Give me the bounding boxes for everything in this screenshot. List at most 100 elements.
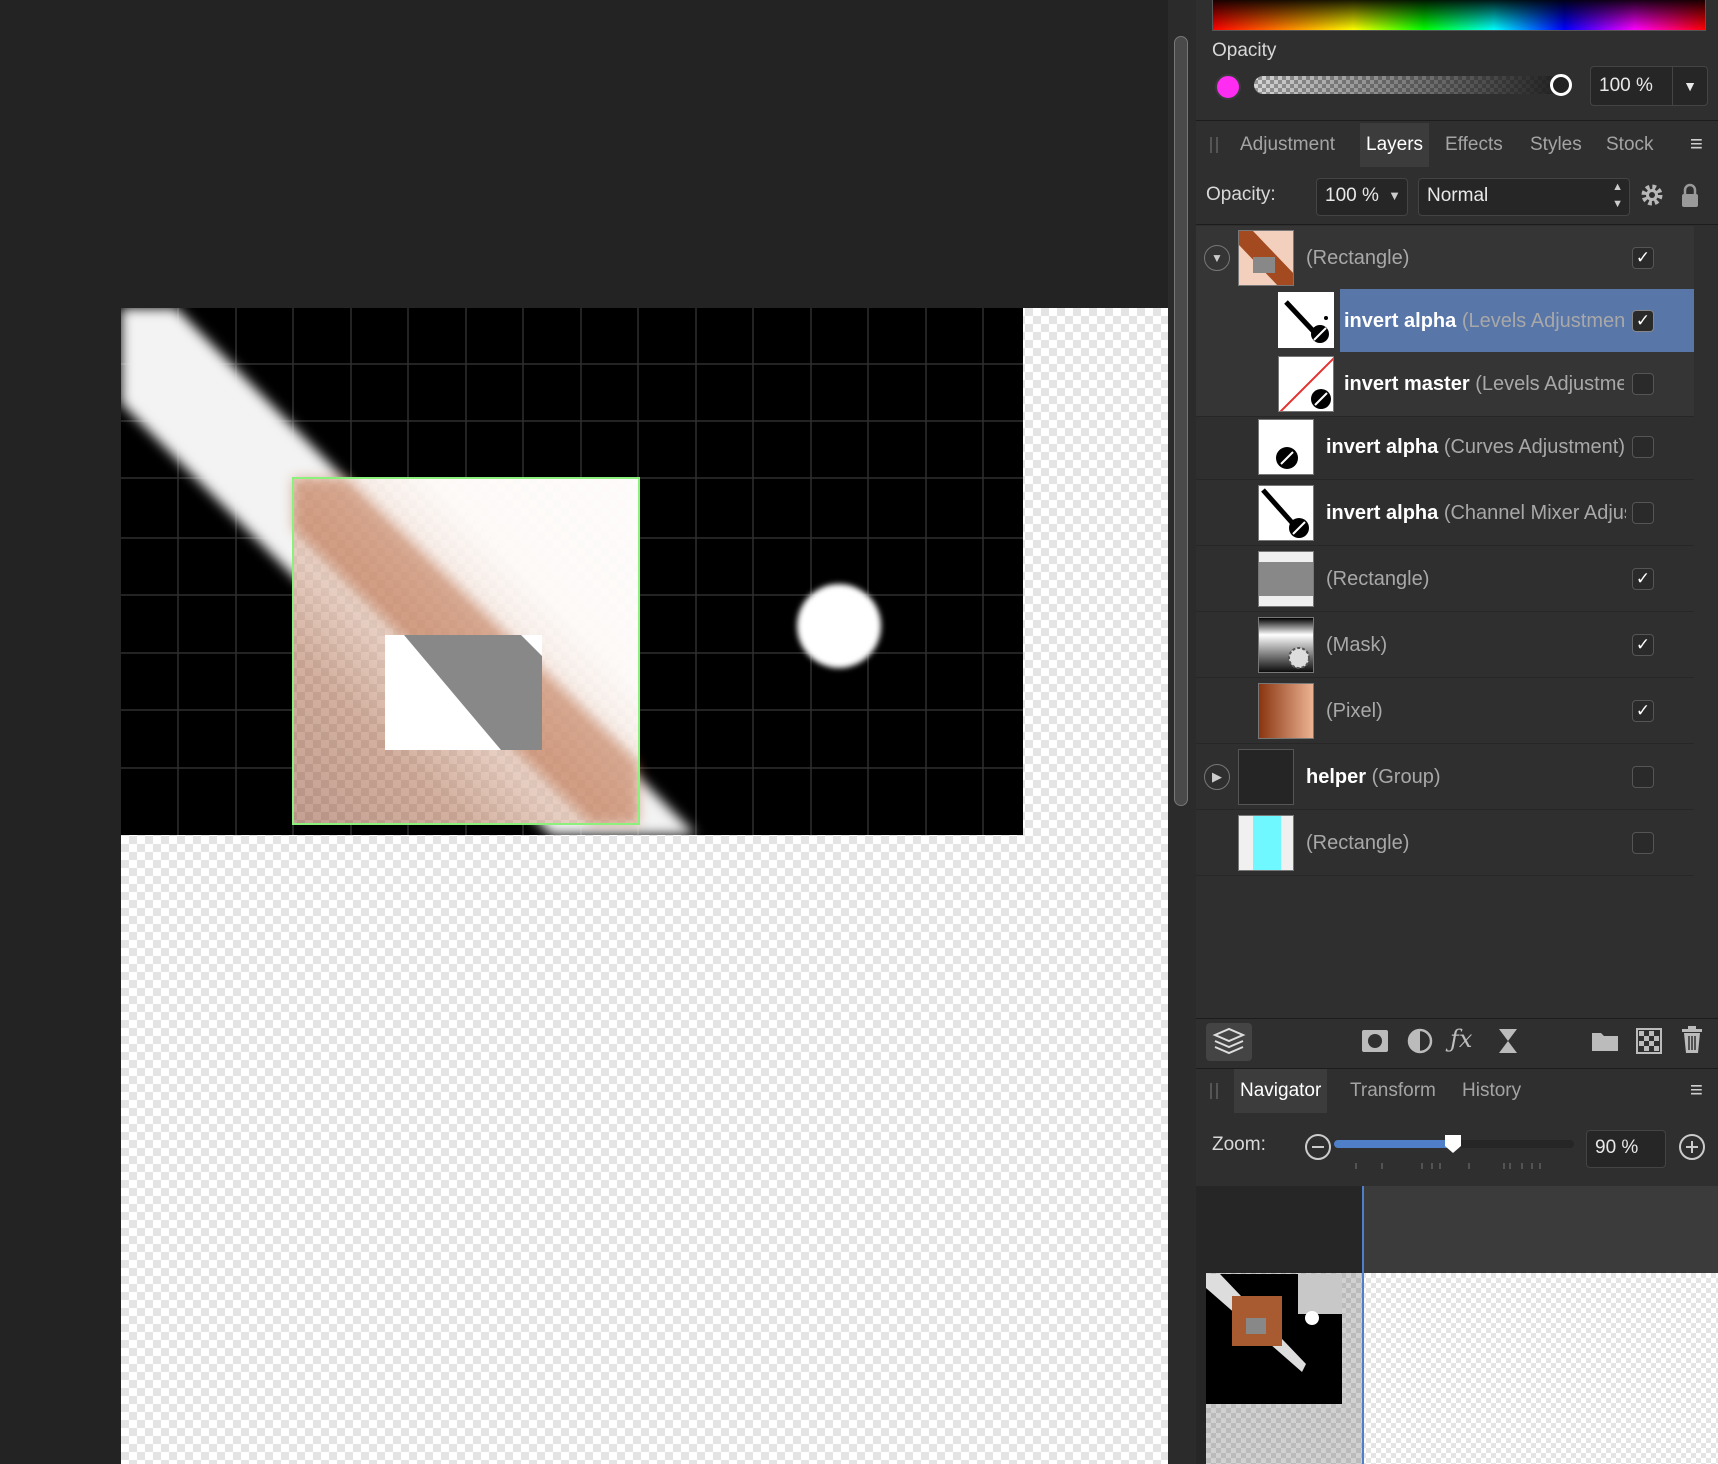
layer-visibility-checkbox[interactable]: ✓: [1632, 700, 1654, 722]
layer-thumbnail: [1238, 749, 1294, 805]
layer-thumbnail: [1258, 485, 1314, 541]
zoom-input[interactable]: 90 %: [1586, 1130, 1666, 1168]
tab-history[interactable]: History: [1462, 1069, 1521, 1113]
tab-layers[interactable]: Layers: [1360, 123, 1430, 167]
copper-rectangle: [292, 477, 640, 825]
divider: [1196, 120, 1718, 121]
layer-type: (Channel Mixer Adjustment): [1443, 502, 1626, 524]
opacity-dropdown-button[interactable]: ▼: [1672, 66, 1708, 106]
layer-opacity-input[interactable]: 100 % ▼: [1316, 178, 1408, 216]
opacity-slider[interactable]: [1254, 76, 1566, 94]
color-spectrum[interactable]: [1212, 0, 1706, 31]
collapse-toggle-icon[interactable]: ▼: [1204, 245, 1230, 271]
layer-row[interactable]: (Rectangle): [1196, 811, 1694, 876]
tab-transform[interactable]: Transform: [1350, 1069, 1436, 1113]
layer-visibility-checkbox[interactable]: ✓: [1632, 634, 1654, 656]
layer-row[interactable]: ▼ (Rectangle) ✓: [1196, 226, 1694, 291]
white-dot: [797, 584, 881, 668]
blend-mode-value: Normal: [1427, 185, 1489, 206]
layer-label: (Rectangle): [1306, 226, 1616, 290]
zoom-label: Zoom:: [1212, 1134, 1266, 1155]
pixel-layer-icon[interactable]: [1636, 1027, 1662, 1062]
layer-name: helper: [1306, 766, 1367, 788]
layers-toolbar: ƒx: [1196, 1019, 1718, 1067]
document-canvas[interactable]: [0, 0, 1168, 1464]
fx-icon[interactable]: ƒx: [1450, 1025, 1472, 1053]
layer-visibility-checkbox[interactable]: ✓: [1632, 247, 1654, 269]
layer-type: (Rectangle): [1306, 832, 1410, 854]
tab-stock[interactable]: Stock: [1606, 123, 1654, 167]
layer-label: (Rectangle): [1306, 811, 1616, 875]
layer-row[interactable]: invert master (Levels Adjustment): [1196, 352, 1694, 417]
zoom-out-icon[interactable]: [1304, 1133, 1332, 1161]
chevron-down-icon: ▼: [1683, 78, 1697, 94]
lock-icon[interactable]: [1680, 183, 1700, 209]
layer-thumbnail: [1258, 419, 1314, 475]
layer-type: (Rectangle): [1326, 568, 1430, 590]
navigator-preview[interactable]: [1196, 1186, 1718, 1464]
layer-thumbnail: [1278, 292, 1334, 348]
zoom-in-icon[interactable]: [1678, 1133, 1706, 1161]
layer-thumbnail: [1258, 551, 1314, 607]
layer-type: (Pixel): [1326, 700, 1383, 722]
vertical-scrollbar[interactable]: [1168, 0, 1196, 1464]
layers-stack-icon[interactable]: [1206, 1023, 1252, 1061]
panel-grip-icon[interactable]: [1210, 1083, 1218, 1099]
zoom-ticks: [1334, 1158, 1574, 1169]
layer-visibility-checkbox[interactable]: [1632, 436, 1654, 458]
trash-icon[interactable]: [1680, 1025, 1704, 1062]
layer-row[interactable]: invert alpha (Channel Mixer Adjustment): [1196, 481, 1694, 546]
layer-label: invert alpha (Channel Mixer Adjustment): [1326, 481, 1626, 545]
layer-row[interactable]: (Pixel) ✓: [1196, 679, 1694, 744]
layer-label: (Pixel): [1326, 679, 1626, 743]
panel-menu-icon[interactable]: ≡: [1690, 1077, 1703, 1103]
layer-visibility-checkbox[interactable]: ✓: [1632, 568, 1654, 590]
navigator-tabbar: Navigator Transform History ≡: [1196, 1069, 1718, 1113]
blend-mode-select[interactable]: Normal ▲ ▼: [1418, 178, 1630, 216]
live-filter-icon[interactable]: [1496, 1027, 1520, 1062]
layer-row[interactable]: invert alpha (Levels Adjustment) ✓: [1196, 289, 1694, 354]
layer-visibility-checkbox[interactable]: [1632, 373, 1654, 395]
gear-icon[interactable]: [1638, 181, 1666, 209]
group-icon[interactable]: [1590, 1027, 1620, 1062]
opacity-slider-knob[interactable]: [1550, 74, 1572, 96]
tab-effects[interactable]: Effects: [1445, 123, 1503, 167]
navigator-thumbnail: [1206, 1274, 1342, 1404]
layer-label: (Mask): [1326, 613, 1626, 677]
layer-type: (Levels Adjustment): [1461, 310, 1624, 332]
layer-visibility-checkbox[interactable]: [1632, 832, 1654, 854]
layer-type: (Curves Adjustment): [1443, 436, 1625, 458]
navigator-view-marker[interactable]: [1362, 1186, 1364, 1464]
layer-row[interactable]: ▶ helper (Group): [1196, 745, 1694, 810]
right-panel: Opacity 100 % ▼ Adjustment Layers Effect…: [1196, 0, 1718, 1464]
expand-toggle-icon[interactable]: ▶: [1204, 764, 1230, 790]
opacity-input[interactable]: 100 %: [1590, 66, 1672, 106]
layer-visibility-checkbox[interactable]: ✓: [1632, 310, 1654, 332]
opacity-label: Opacity: [1212, 40, 1277, 61]
zoom-slider-handle[interactable]: [1444, 1134, 1462, 1154]
divider: [1196, 224, 1718, 225]
layer-name: invert alpha: [1326, 502, 1439, 524]
layer-row[interactable]: (Rectangle) ✓: [1196, 547, 1694, 612]
layer-thumbnail: [1258, 683, 1314, 739]
layer-row[interactable]: (Mask) ✓: [1196, 613, 1694, 678]
color-swatch[interactable]: [1215, 74, 1241, 100]
layer-thumbnail: [1238, 230, 1294, 286]
tab-navigator[interactable]: Navigator: [1234, 1069, 1328, 1113]
tab-styles[interactable]: Styles: [1530, 123, 1582, 167]
layer-row[interactable]: invert alpha (Curves Adjustment): [1196, 415, 1694, 480]
chevron-down-icon: ▼: [1388, 188, 1401, 203]
updown-chevron-icon: ▲ ▼: [1612, 181, 1623, 210]
panel-grip-icon[interactable]: [1210, 137, 1218, 153]
tab-adjustment[interactable]: Adjustment: [1240, 123, 1335, 167]
layer-visibility-checkbox[interactable]: [1632, 766, 1654, 788]
artwork-svg: [121, 308, 1023, 835]
panel-menu-icon[interactable]: ≡: [1690, 131, 1703, 157]
layer-name: invert alpha: [1344, 310, 1457, 332]
layer-type: (Rectangle): [1306, 247, 1410, 269]
layer-visibility-checkbox[interactable]: [1632, 502, 1654, 524]
mask-icon[interactable]: [1360, 1027, 1390, 1062]
scrollbar-thumb[interactable]: [1174, 36, 1188, 806]
adjustment-icon[interactable]: [1406, 1027, 1434, 1062]
layer-label: helper (Group): [1306, 745, 1616, 809]
